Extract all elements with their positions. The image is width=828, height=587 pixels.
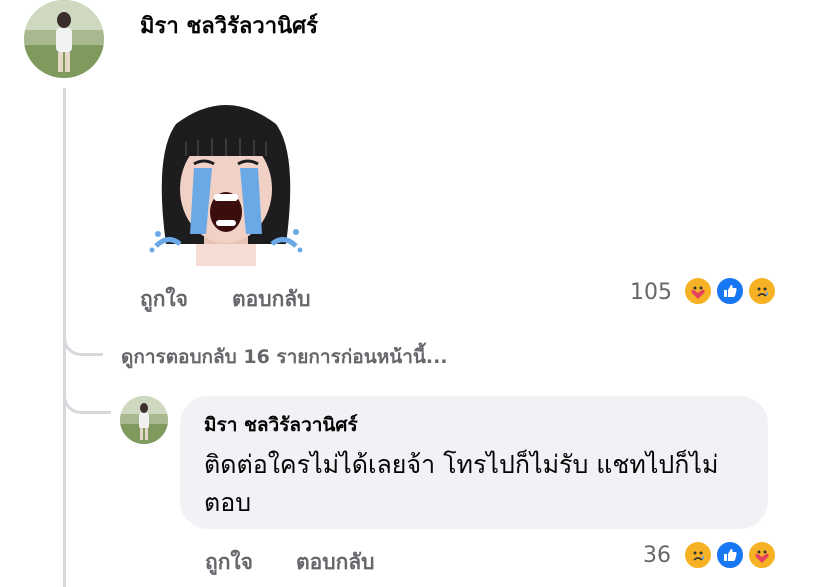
avatar[interactable]: [24, 0, 104, 78]
thread-connector-curve: [63, 320, 103, 356]
reply-like-button[interactable]: ถูกใจ: [205, 546, 253, 579]
reaction-count[interactable]: 105: [630, 280, 672, 305]
reply-reaction-icons[interactable]: [683, 540, 783, 572]
reply-author[interactable]: มิรา ชลวิรัลวานิศร์: [204, 410, 358, 440]
reply-text-line1: ติดต่อใครไม่ได้เลยจ้า โทรไปก็ไม่รับ แชทไ…: [204, 450, 719, 479]
like-reaction-icon: [715, 540, 745, 570]
care-reaction-icon: [747, 540, 777, 570]
reply-avatar[interactable]: [120, 396, 168, 444]
care-reaction-icon: [683, 276, 713, 306]
reply-reaction-count[interactable]: 36: [643, 543, 671, 568]
thread-connector-curve: [63, 378, 111, 414]
like-button[interactable]: ถูกใจ: [140, 283, 188, 316]
reaction-icons[interactable]: [683, 276, 783, 308]
reply-text-line2: ตอบ: [204, 488, 252, 517]
comment-author[interactable]: มิรา ชลวิรัลวานิศร์: [140, 8, 318, 43]
reply-button[interactable]: ตอบกลับ: [232, 283, 311, 316]
sad-reaction-icon: [747, 276, 777, 306]
view-previous-replies-link[interactable]: ดูการตอบกลับ 16 รายการก่อนหน้านี้...: [121, 342, 448, 372]
sad-reaction-icon: [683, 540, 713, 570]
reply-bubble: มิรา ชลวิรัลวานิศร์ ติดต่อใครไม่ได้เลยจ้…: [180, 396, 768, 529]
reply-reply-button[interactable]: ตอบกลับ: [296, 546, 375, 579]
like-reaction-icon: [715, 276, 745, 306]
crying-girl-sticker: [146, 94, 306, 266]
